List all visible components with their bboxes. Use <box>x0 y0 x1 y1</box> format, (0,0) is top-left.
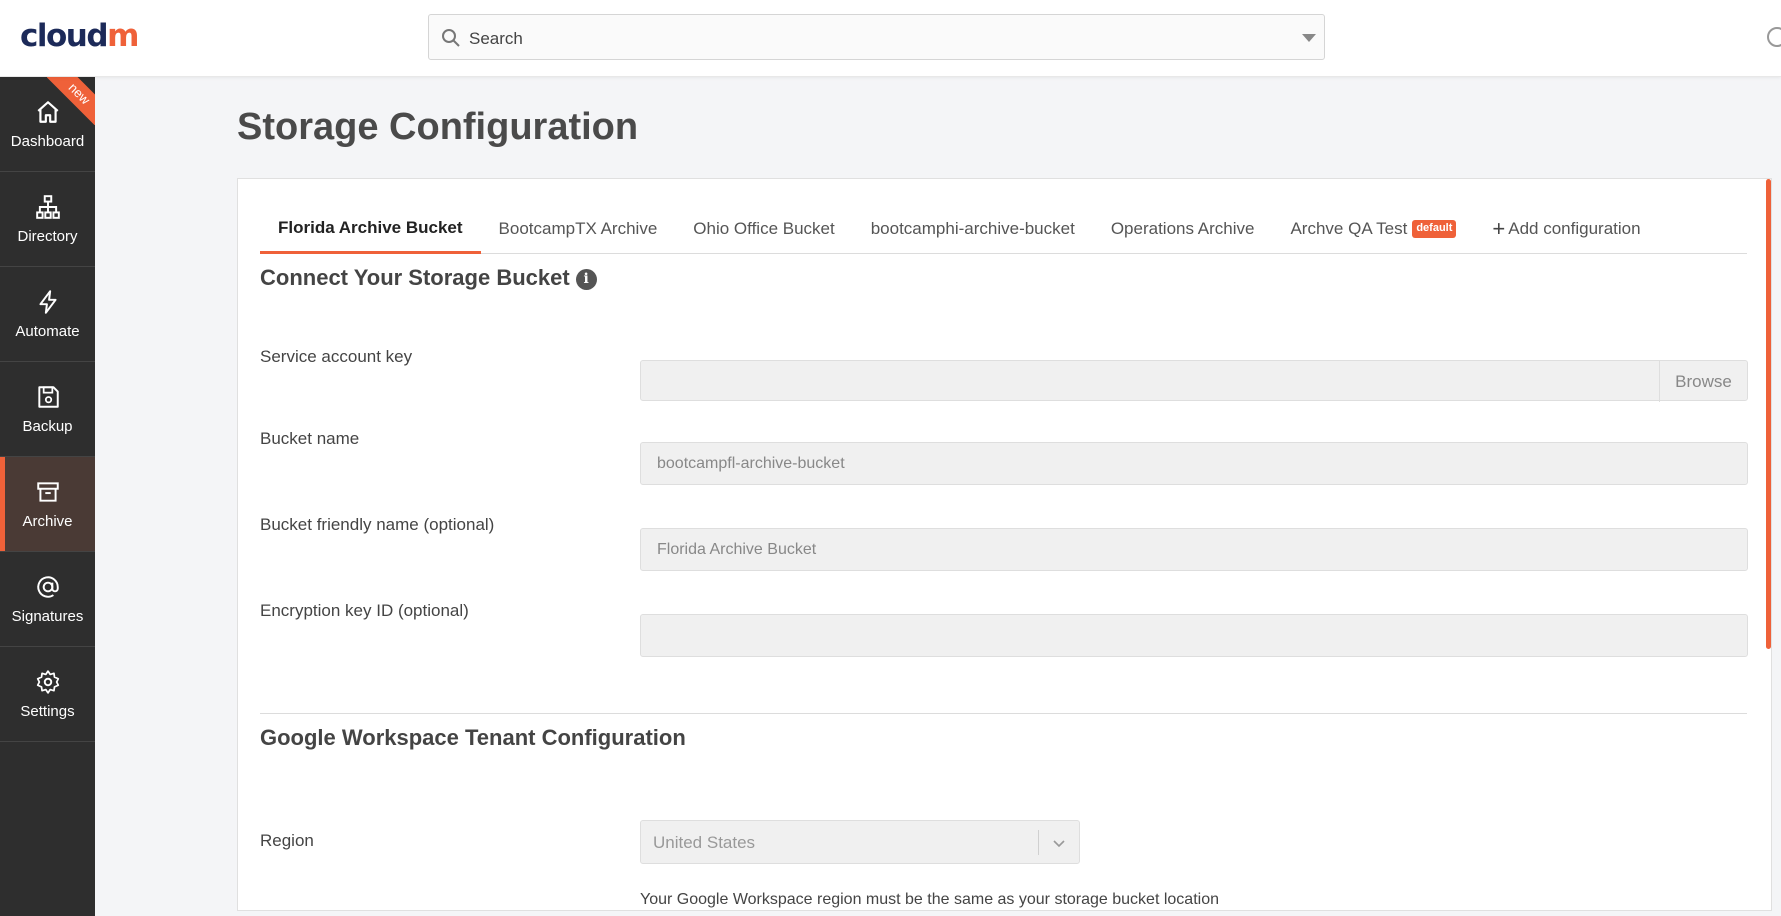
sidebar-item-dashboard[interactable]: new Dashboard <box>0 77 95 172</box>
bucket-name-label: Bucket name <box>260 429 360 448</box>
new-ribbon: new <box>47 77 95 125</box>
sidebar-item-label: Settings <box>20 702 75 720</box>
at-icon <box>36 575 59 598</box>
top-bar: cloudm Search <box>0 0 1781 77</box>
region-label: Region <box>260 831 314 850</box>
tab-florida-archive-bucket[interactable]: Florida Archive Bucket <box>260 205 481 254</box>
default-badge: default <box>1412 220 1457 238</box>
tab-bootcamphi-archive-bucket[interactable]: bootcamphi-archive-bucket <box>853 205 1093 253</box>
page-title: Storage Configuration <box>237 106 639 148</box>
sidebar-item-directory[interactable]: Directory <box>0 172 95 267</box>
sidebar-item-settings[interactable]: Settings <box>0 647 95 742</box>
browse-button[interactable]: Browse <box>1659 361 1747 402</box>
bolt-icon <box>38 289 57 314</box>
chevron-down-icon[interactable] <box>1302 34 1316 42</box>
encryption-key-label: Encryption key ID (optional) <box>260 601 469 620</box>
sidebar-item-signatures[interactable]: Signatures <box>0 552 95 647</box>
sidebar-item-label: Signatures <box>11 607 84 625</box>
service-account-field[interactable]: Browse <box>640 360 1748 402</box>
configuration-card: Florida Archive Bucket BootcampTX Archiv… <box>237 178 1772 911</box>
sidebar-item-label: Directory <box>17 227 78 245</box>
search-icon <box>442 29 460 47</box>
tab-bootcamptx-archive[interactable]: BootcampTX Archive <box>481 205 676 253</box>
save-icon <box>37 385 59 408</box>
service-account-label: Service account key <box>260 347 413 366</box>
sidebar-item-label: Archive <box>22 512 73 530</box>
sidebar: new Dashboard Directory Automate Backup … <box>0 77 95 916</box>
chevron-down-icon[interactable] <box>1049 833 1069 853</box>
section-divider <box>260 713 1747 714</box>
plus-icon: + <box>1492 216 1506 241</box>
tab-archve-qa-test[interactable]: Archve QA Test default <box>1272 205 1474 253</box>
scrollbar[interactable] <box>1766 179 1771 649</box>
configuration-tabs: Florida Archive Bucket BootcampTX Archiv… <box>260 205 1747 254</box>
cloudm-logo[interactable]: cloudm <box>20 18 139 54</box>
help-icon[interactable] <box>1767 27 1781 47</box>
search-box[interactable]: Search <box>428 14 1325 60</box>
bucket-section-title: Connect Your Storage Bucket i <box>260 265 597 291</box>
tenant-section-title: Google Workspace Tenant Configuration <box>260 725 686 750</box>
select-separator <box>1038 830 1039 855</box>
encryption-key-field[interactable] <box>640 614 1748 657</box>
sidebar-item-archive[interactable]: Archive <box>0 457 95 552</box>
region-select[interactable]: United States <box>640 820 1080 864</box>
friendly-name-label: Bucket friendly name (optional) <box>260 515 495 534</box>
region-select-value: United States <box>653 833 756 852</box>
sidebar-item-backup[interactable]: Backup <box>0 362 95 457</box>
info-icon[interactable]: i <box>575 269 597 290</box>
add-configuration-button[interactable]: + Add configuration <box>1474 205 1658 253</box>
sidebar-item-label: Automate <box>15 322 80 340</box>
friendly-name-field[interactable]: Florida Archive Bucket <box>640 528 1748 571</box>
sidebar-item-label: Dashboard <box>10 132 85 150</box>
archive-icon <box>36 481 59 502</box>
sitemap-icon <box>35 194 60 219</box>
sidebar-item-label: Backup <box>22 417 73 435</box>
region-helper-text: Your Google Workspace region must be the… <box>640 891 1219 908</box>
bucket-name-field[interactable]: bootcampfl-archive-bucket <box>640 442 1748 485</box>
tab-ohio-office-bucket[interactable]: Ohio Office Bucket <box>675 205 852 253</box>
gear-icon <box>36 669 59 694</box>
sidebar-item-automate[interactable]: Automate <box>0 267 95 362</box>
search-input[interactable]: Search <box>469 29 523 49</box>
tab-operations-archive[interactable]: Operations Archive <box>1093 205 1273 253</box>
